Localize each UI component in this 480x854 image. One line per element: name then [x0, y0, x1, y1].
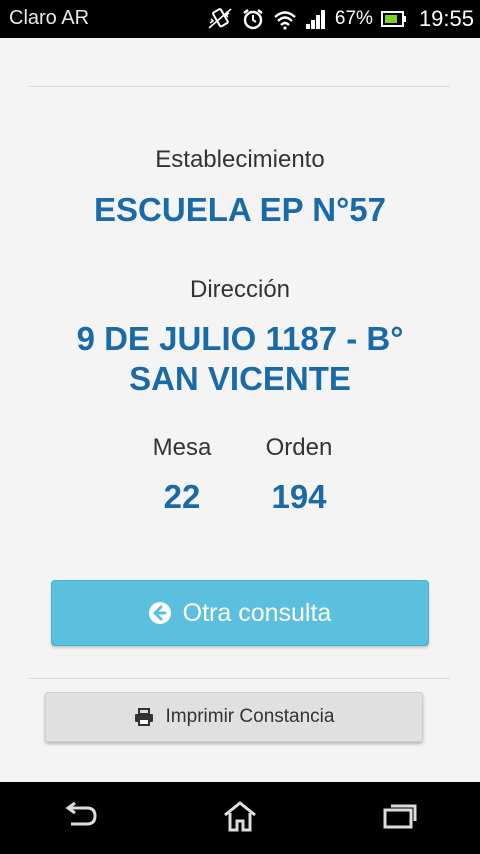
recent-apps-icon	[382, 802, 418, 835]
status-icons: 67% 19:55	[207, 5, 474, 33]
arrow-circle-left-icon	[148, 602, 171, 624]
direccion-value-line1: 9 DE JULIO 1187 - B°	[76, 320, 404, 357]
carrier-name: Claro AR	[9, 7, 90, 29]
mesa-value: 22	[163, 478, 201, 515]
printer-icon	[134, 708, 154, 726]
imprimir-constancia-label: Imprimir Constancia	[165, 706, 335, 727]
otra-consulta-button[interactable]: Otra consulta	[51, 580, 429, 646]
orden-label: Orden	[265, 434, 333, 461]
establecimiento-label: Establecimiento	[155, 146, 325, 173]
recent-apps-button[interactable]	[370, 794, 430, 842]
home-icon	[222, 800, 258, 837]
battery-percent: 67%	[334, 8, 373, 29]
alarm-icon	[241, 7, 265, 31]
direccion-value-line2: SAN VICENTE	[129, 360, 351, 397]
top-divider	[29, 86, 450, 87]
status-bar: Claro AR 67% 19:55	[0, 0, 480, 38]
establecimiento-value: ESCUELA EP N°57	[94, 191, 386, 228]
back-button[interactable]	[50, 794, 110, 842]
battery-icon	[380, 11, 407, 27]
otra-consulta-label: Otra consulta	[182, 598, 332, 627]
bottom-divider	[29, 678, 450, 679]
home-button[interactable]	[210, 794, 270, 842]
direccion-label: Dirección	[189, 276, 291, 303]
imprimir-constancia-button[interactable]: Imprimir Constancia	[45, 692, 423, 742]
orden-value: 194	[271, 478, 327, 515]
back-icon	[61, 801, 99, 835]
result-card: Establecimiento ESCUELA EP N°57 Direcció…	[0, 38, 480, 760]
mesa-label: Mesa	[152, 434, 212, 461]
content-area: Establecimiento ESCUELA EP N°57 Direcció…	[0, 38, 480, 782]
signal-icon	[305, 8, 327, 30]
vibrate-icon	[207, 7, 233, 31]
wifi-icon	[273, 8, 297, 30]
navigation-bar	[0, 782, 480, 854]
clock: 19:55	[418, 6, 474, 31]
